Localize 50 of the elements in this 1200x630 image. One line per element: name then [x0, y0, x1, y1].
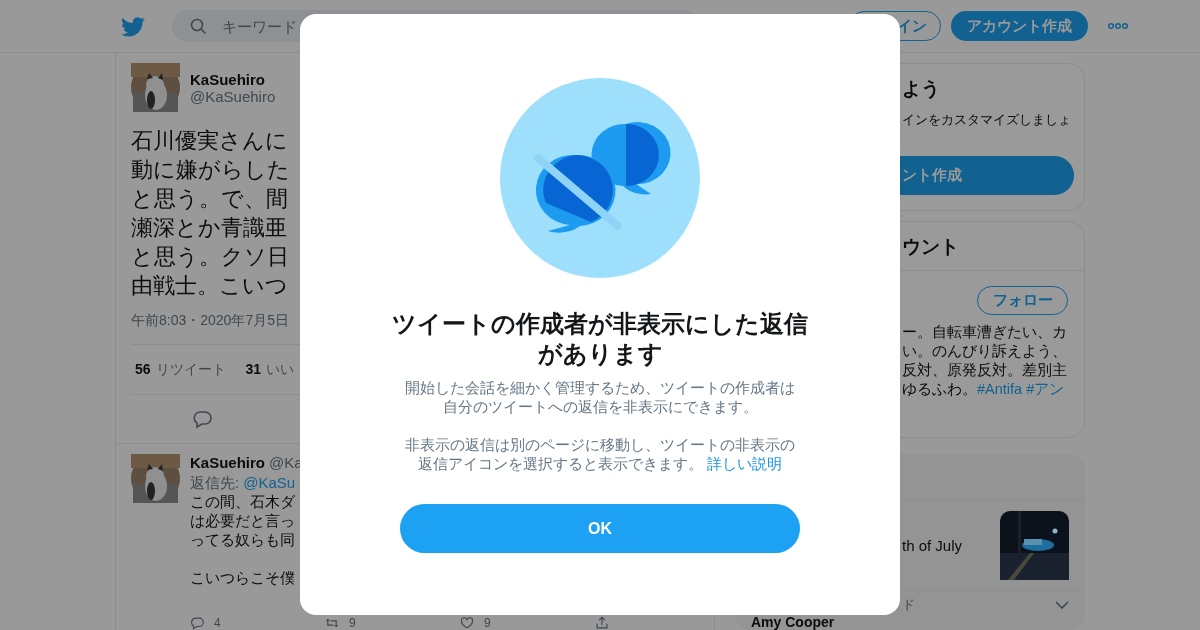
hidden-replies-icon — [500, 78, 700, 278]
dialog-text: 非表示の返信は別のページに移動し、ツイートの非表示の返信アイコンを選択すると表示できます。 詳しい説明 — [404, 435, 796, 473]
trend-title[interactable]: th of July — [902, 537, 963, 554]
tweet-text: こいつらこそ僕 — [190, 569, 295, 588]
mention-link[interactable]: @KaSu — [243, 474, 296, 491]
tweet-text: は必要だと言っ — [190, 512, 295, 531]
signup-button[interactable]: アカウント作成 — [951, 11, 1088, 41]
hashtag-link[interactable]: #Antifa — [977, 381, 1023, 397]
retweet-icon[interactable] — [325, 616, 339, 630]
user-handle[interactable]: @KaSuehiro — [190, 87, 276, 105]
reply-to-label: 返信先: — [190, 474, 240, 491]
tweet-text: と思う。クソ日 — [131, 243, 289, 271]
card-description: インをカスタマイズしましょ — [902, 111, 1072, 129]
action-count: 9 — [484, 616, 491, 630]
speech-bubble-icon[interactable] — [192, 409, 212, 429]
tweet-text: 由戦士。こいつ — [131, 272, 288, 300]
more-icon[interactable] — [1108, 22, 1128, 30]
action-count: 9 — [349, 616, 356, 630]
dialog-title: ツイートの作成者が非表示にした返信があります — [391, 309, 809, 369]
tweet-text: と思う。で、間 — [131, 185, 288, 213]
stat-count: 31 — [245, 361, 262, 377]
stat-label[interactable]: リツイート — [155, 361, 226, 377]
hashtag-link[interactable]: #アン — [1026, 381, 1065, 397]
action-count: 4 — [214, 616, 221, 630]
bird-logo-icon[interactable] — [121, 15, 145, 37]
trend-title[interactable]: Amy Cooper — [751, 615, 835, 629]
tweet-text: 瀬深とか青識亜 — [131, 214, 287, 242]
tweet-text: ってる奴らも同 — [190, 531, 295, 550]
card-title: よう — [902, 77, 941, 101]
stat-count: 56 — [135, 361, 151, 377]
stat-label[interactable]: いい — [266, 361, 295, 377]
dialog-text: 開始した会話を細かく管理するため、ツイートの作成者は自分のツイートへの返信を非表示にできます。 — [404, 378, 796, 416]
trend-context: ド — [902, 596, 915, 614]
chevron-down-icon[interactable] — [1055, 601, 1069, 609]
profile-bio: 反対、原発反対。差別主 — [902, 361, 1068, 380]
card-title: ウント — [902, 235, 960, 259]
profile-bio: ゆるふわ。#Antifa #アン — [902, 380, 1066, 399]
ok-button[interactable]: OK — [400, 504, 800, 553]
profile-bio: ー。自転車漕ぎたい、カ — [902, 323, 1068, 342]
tweet-text: 石川優実さんに — [131, 127, 288, 155]
learn-more-link[interactable]: 詳しい説明 — [707, 455, 783, 472]
share-icon[interactable] — [595, 616, 609, 630]
display-name[interactable]: KaSuehiro — [190, 454, 265, 471]
speech-bubble-icon[interactable] — [190, 616, 204, 630]
tweet-text: この間、石木ダ — [190, 493, 295, 512]
tweet-text: 動に嫌がらした — [131, 156, 290, 184]
search-icon — [190, 18, 207, 35]
display-name[interactable]: KaSuehiro — [190, 70, 276, 88]
profile-bio: い。のんびり訴えよう、 — [902, 342, 1068, 361]
heart-icon[interactable] — [460, 616, 474, 630]
